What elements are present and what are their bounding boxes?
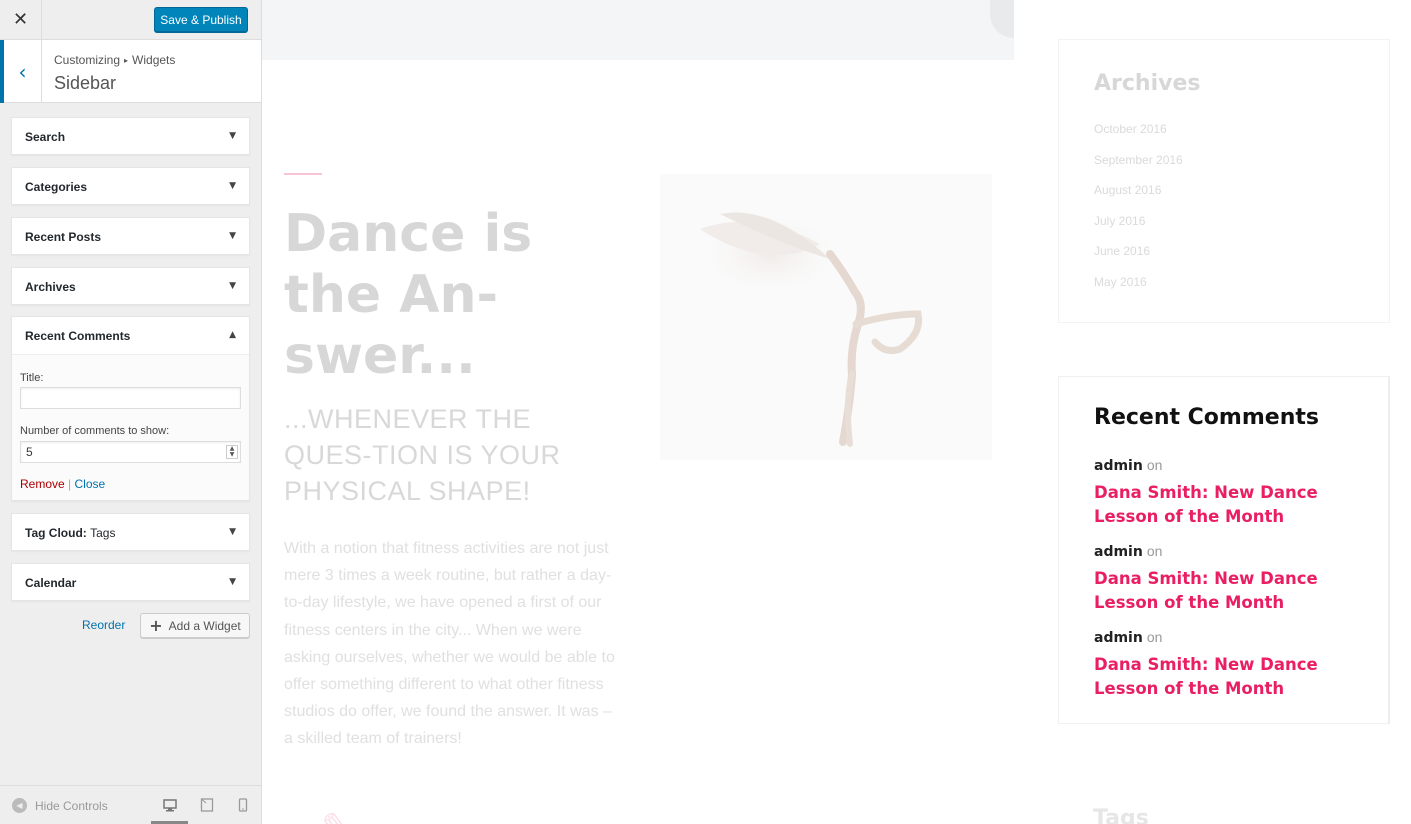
expand-arrow-icon[interactable]: ▼ (229, 231, 236, 241)
desktop-preview-icon[interactable] (163, 798, 177, 812)
customizer-footer: ◀ Hide Controls (0, 785, 261, 824)
archives-list: October 2016 September 2016 August 2016 … (1094, 122, 1183, 306)
archives-heading: Archives (1094, 71, 1201, 96)
breadcrumb-separator-icon: ▸ (124, 56, 129, 65)
customizer-header: ✕ Save & Publish (0, 0, 261, 40)
breadcrumb: Customizing ▸ Widgets (54, 53, 175, 67)
title-field[interactable] (20, 387, 241, 409)
site-preview: Dance is the An-swer... ...WHENEVER THE … (262, 0, 1411, 824)
tablet-preview-icon[interactable] (200, 798, 214, 812)
add-widget-label: Add a Widget (168, 618, 241, 633)
number-field-label: Number of comments to show: (20, 425, 170, 437)
mobile-preview-icon[interactable] (236, 798, 250, 812)
expand-arrow-icon[interactable]: ▼ (229, 577, 236, 587)
close-icon[interactable]: ✕ (0, 0, 42, 39)
expand-arrow-icon[interactable]: ▼ (229, 281, 236, 291)
widget-calendar[interactable]: Calendar ▼ (11, 563, 250, 601)
comment-on: on (1146, 457, 1163, 473)
expand-arrow-icon[interactable]: ▼ (229, 181, 236, 191)
expand-arrow-icon[interactable]: ▼ (229, 527, 236, 537)
breadcrumb-root: Customizing (54, 53, 121, 67)
back-arrow-icon[interactable]: ‹ (0, 40, 42, 103)
preview-header-band (262, 0, 1014, 60)
widget-actions: Remove | Close (20, 477, 105, 491)
collapse-circle-icon: ◀ (12, 798, 27, 813)
add-widget-button[interactable]: + Add a Widget (140, 613, 250, 638)
archives-widget: Archives October 2016 September 2016 Aug… (1058, 39, 1390, 323)
widget-title: Tag Cloud: Tags (25, 526, 115, 540)
comment-author: admin (1094, 630, 1143, 646)
spinner-arrows-icon[interactable]: ▲ ▼ (226, 445, 238, 459)
widget-recent-posts[interactable]: Recent Posts ▼ (11, 217, 250, 255)
comment-item: admin on Dana Smith: New Dance Lesson of … (1094, 543, 1364, 614)
comment-post-link[interactable]: Dana Smith: New Dance Lesson of the Mont… (1094, 567, 1364, 614)
section-header: ‹ Customizing ▸ Widgets Sidebar (0, 40, 261, 103)
widget-title-sub: Tags (90, 526, 116, 540)
archive-link[interactable]: October 2016 (1094, 122, 1183, 153)
widget-archives[interactable]: Archives ▼ (11, 267, 250, 305)
comment-post-link[interactable]: Dana Smith: New Dance Lesson of the Mont… (1094, 481, 1364, 528)
archive-link[interactable]: May 2016 (1094, 275, 1183, 306)
widget-title: Search (25, 130, 66, 144)
archive-link[interactable]: August 2016 (1094, 183, 1183, 214)
recent-comments-widget: Recent Comments admin on Dana Smith: New … (1058, 376, 1390, 724)
comment-on: on (1146, 543, 1163, 559)
breadcrumb-section: Widgets (132, 53, 176, 67)
widget-title: Calendar (25, 576, 77, 590)
widget-title: Archives (25, 280, 76, 294)
save-publish-button[interactable]: Save & Publish (154, 7, 248, 32)
widget-recent-comments: Recent Comments ▲ Title: Number of comme… (11, 316, 250, 501)
widget-form: Title: Number of comments to show: 5 ▲ ▼ … (12, 355, 249, 500)
comment-post-link[interactable]: Dana Smith: New Dance Lesson of the Mont… (1094, 653, 1364, 700)
number-field-value: 5 (26, 445, 33, 459)
title-accent-line (284, 173, 322, 175)
title-field-label: Title: (20, 372, 44, 384)
header-decoration (990, 0, 1014, 38)
actions-divider: | (68, 477, 72, 491)
customizer-panel: ✕ Save & Publish ‹ Customizing ▸ Widgets S… (0, 0, 262, 824)
comment-meta: admin on (1094, 629, 1364, 646)
tags-heading: Tags (1093, 806, 1149, 824)
widget-title-main: Tag Cloud: (25, 526, 87, 540)
comment-author: admin (1094, 544, 1143, 560)
widget-title: Categories (25, 180, 88, 194)
reorder-link[interactable]: Reorder (82, 618, 125, 632)
hero-body-text: With a notion that fitness activities ar… (284, 540, 615, 748)
comment-meta: admin on (1094, 543, 1364, 560)
signature-image: ✎ (317, 806, 346, 824)
plus-icon: + (149, 615, 163, 635)
remove-link[interactable]: Remove (20, 477, 65, 491)
archive-link[interactable]: July 2016 (1094, 214, 1183, 245)
archive-link[interactable]: June 2016 (1094, 244, 1183, 275)
widget-header[interactable]: Recent Comments ▲ (12, 317, 249, 355)
widget-title: Recent Posts (25, 230, 102, 244)
hide-controls-label: Hide Controls (35, 798, 108, 813)
expand-arrow-icon[interactable]: ▼ (229, 131, 236, 141)
collapse-arrow-icon[interactable]: ▲ (229, 330, 236, 340)
archive-link[interactable]: September 2016 (1094, 153, 1183, 184)
dancer-illustration (695, 209, 923, 447)
widget-search[interactable]: Search ▼ (11, 117, 250, 155)
hero-subtitle: ...WHENEVER THE QUES-TION IS YOUR PHYSIC… (284, 404, 561, 506)
comment-item: admin on Dana Smith: New Dance Lesson of … (1094, 457, 1364, 528)
number-of-comments-field[interactable]: 5 ▲ ▼ (20, 441, 241, 463)
comment-author: admin (1094, 458, 1143, 474)
widget-categories[interactable]: Categories ▼ (11, 167, 250, 205)
hero-title: Dance is the An-swer... (284, 204, 533, 386)
comment-on: on (1146, 629, 1163, 645)
recent-comments-heading: Recent Comments (1094, 405, 1319, 430)
widget-title: Recent Comments (25, 329, 131, 343)
hide-controls-button[interactable]: ◀ Hide Controls (12, 798, 108, 813)
close-link[interactable]: Close (75, 477, 106, 491)
section-title: Sidebar (54, 73, 117, 93)
widget-tag-cloud[interactable]: Tag Cloud: Tags ▼ (11, 513, 250, 551)
comment-meta: admin on (1094, 457, 1364, 474)
dancer-image (660, 174, 992, 460)
comment-item: admin on Dana Smith: New Dance Lesson of … (1094, 629, 1364, 700)
